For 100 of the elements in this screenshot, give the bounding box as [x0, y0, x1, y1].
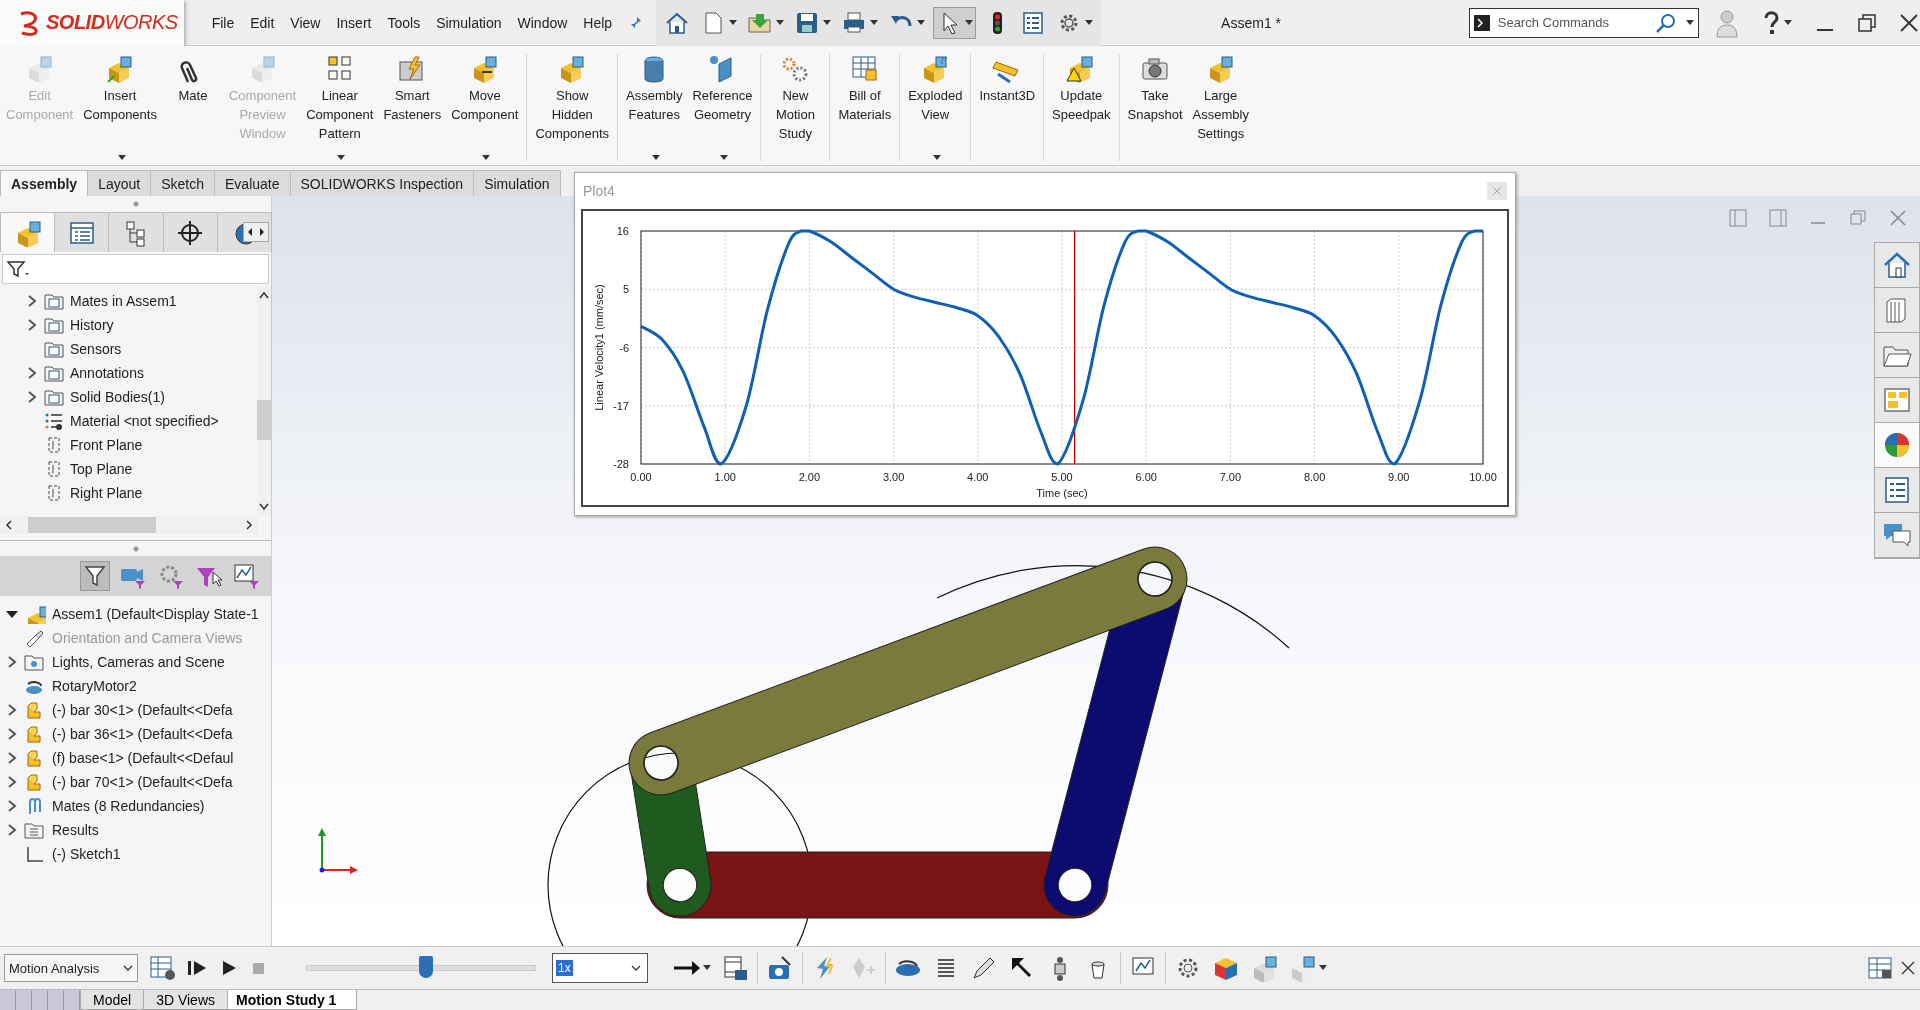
study-tab[interactable]: Model	[80, 990, 145, 1010]
ribbon-button[interactable]: Exploded View	[904, 54, 967, 161]
timeline-slider-thumb[interactable]	[418, 956, 433, 978]
playback-speed-field[interactable]: 1x	[552, 953, 648, 983]
caret-icon[interactable]	[1085, 19, 1094, 26]
tree-item[interactable]: Annotations	[70, 365, 144, 381]
vertical-scrollbar[interactable]	[257, 286, 271, 516]
manager-tab[interactable]	[162, 212, 218, 252]
table-icon[interactable]	[1866, 954, 1894, 982]
tree-item[interactable]: Material <not specified>	[70, 413, 219, 429]
ribbon-button[interactable]: Insert Components	[79, 54, 161, 161]
menu-item[interactable]: Edit	[242, 14, 283, 31]
tree-item[interactable]: (-) bar 30<1> (Default<<Defa	[52, 702, 233, 718]
x-tick-label: 0.00	[630, 471, 652, 483]
command-tab[interactable]: SOLIDWORKS Inspection	[289, 170, 475, 196]
command-prompt-icon	[1473, 14, 1490, 31]
ribbon-button[interactable]: Update Speedpak	[1048, 54, 1115, 161]
ribbon-button[interactable]: Mate	[162, 54, 223, 161]
tree-item[interactable]: Sensors	[70, 341, 122, 357]
tree-item[interactable]: Lights, Cameras and Scene	[52, 654, 225, 670]
tree-item[interactable]: Assem1 (Default<Display State-1	[52, 606, 259, 622]
caret-icon[interactable]	[729, 19, 738, 26]
tree-item[interactable]: Right Plane	[70, 485, 143, 501]
study-tab[interactable]: Motion Study 1	[227, 990, 358, 1010]
menu-item[interactable]: Help	[575, 14, 621, 31]
caret-icon[interactable]	[917, 19, 926, 26]
film-save-icon[interactable]	[721, 954, 749, 982]
caret-icon[interactable]	[776, 19, 785, 26]
tree-item[interactable]: (-) bar 70<1> (Default<<Defa	[52, 774, 233, 790]
horizontal-scrollbar[interactable]	[0, 516, 258, 534]
x-tick-label: 4.00	[967, 471, 989, 483]
tree-item[interactable]: Mates in Assem1	[70, 293, 177, 309]
menu-item[interactable]: Simulation	[428, 14, 510, 31]
command-tab[interactable]: Sketch	[150, 170, 215, 196]
folder-icon	[24, 652, 46, 672]
document-title: Assem1 *	[1221, 14, 1283, 31]
ribbon-button[interactable]: New Motion Study	[765, 54, 826, 161]
study-type-dropdown[interactable]: Motion Analysis	[4, 954, 138, 982]
results-folder-icon	[24, 820, 46, 840]
caret-icon[interactable]	[703, 965, 711, 971]
x-tick-label: 8.00	[1303, 471, 1326, 483]
ribbon-button[interactable]: Linear Component Pattern	[302, 54, 378, 161]
x-tick-label: 2.00	[798, 471, 821, 483]
plot-title: Plot4	[583, 183, 615, 199]
tree-item[interactable]: Results	[52, 822, 99, 838]
study-tab[interactable]: 3D Views	[143, 990, 229, 1010]
scrollbar-thumb[interactable]	[28, 517, 156, 533]
plot-filter-icon[interactable]	[233, 562, 261, 590]
menu-item[interactable]: File	[203, 14, 243, 31]
ribbon-button[interactable]: Instant3D	[975, 54, 1040, 161]
ribbon-button[interactable]: Large Assembly Settings	[1188, 54, 1253, 161]
tree-item[interactable]: (f) base<1> (Default<<Defaul	[52, 750, 234, 766]
scroll-down-icon[interactable]	[258, 502, 270, 512]
scroll-right-icon[interactable]	[244, 519, 254, 531]
caret-icon[interactable]	[870, 19, 879, 26]
caret-icon[interactable]	[965, 19, 974, 26]
tile-right-icon[interactable]	[1768, 208, 1788, 228]
search-field[interactable]: Search Commands	[1495, 14, 1649, 31]
restore-icon[interactable]	[1856, 11, 1878, 34]
caret-icon[interactable]	[823, 19, 832, 26]
command-tab[interactable]: Layout	[87, 170, 152, 196]
ribbon-button[interactable]: Assembly Features	[622, 54, 687, 161]
time-cursor-line[interactable]	[1074, 230, 1076, 465]
tile-left-icon[interactable]	[1728, 208, 1748, 228]
tree-item[interactable]: RotaryMotor2	[52, 678, 137, 694]
filter-field[interactable]	[2, 254, 269, 284]
scroll-up-icon[interactable]	[258, 290, 270, 300]
ribbon-button[interactable]: Bill of Materials	[834, 54, 896, 161]
tree-item[interactable]: Front Plane	[70, 437, 143, 453]
filter-icon[interactable]	[81, 562, 109, 590]
collapse-arrow-icon[interactable]	[6, 608, 18, 620]
close-icon[interactable]	[1898, 11, 1920, 34]
ribbon-button[interactable]: Take Snapshot	[1123, 54, 1187, 161]
tree-item[interactable]: Solid Bodies(1)	[70, 389, 165, 405]
tree-item[interactable]: (-) bar 36<1> (Default<<Defa	[52, 726, 233, 742]
ribbon-button[interactable]: Show Hidden Components	[531, 54, 614, 161]
ribbon-button[interactable]: Move Component	[447, 54, 523, 161]
folder-icon	[44, 291, 64, 311]
command-tab[interactable]: Assembly	[0, 170, 89, 196]
caret-icon[interactable]	[1784, 19, 1792, 26]
command-tab[interactable]: Evaluate	[214, 170, 291, 196]
caret-icon[interactable]	[1319, 965, 1327, 971]
menu-item[interactable]: Window	[509, 14, 576, 31]
tree-item[interactable]: History	[70, 317, 114, 333]
scroll-left-icon[interactable]	[4, 519, 14, 531]
menu-item[interactable]: View	[282, 14, 329, 31]
search-bar[interactable]: Search Commands	[1468, 7, 1699, 38]
ribbon-button[interactable]: Smart Fasteners	[379, 54, 446, 161]
menu-item[interactable]: Insert	[328, 14, 380, 31]
flashlight-icon	[24, 628, 46, 648]
tree-item[interactable]: Mates (8 Redundancies)	[52, 798, 205, 814]
tree-item[interactable]: (-) Sketch1	[52, 846, 121, 862]
menu-item[interactable]: Tools	[379, 14, 429, 31]
calculate-icon[interactable]	[148, 953, 178, 983]
x-tick-label: 9.00	[1388, 471, 1410, 483]
tree-item[interactable]: Top Plane	[70, 461, 133, 477]
ribbon-button[interactable]: Reference Geometry	[688, 54, 757, 161]
scrollbar-thumb[interactable]	[257, 400, 271, 440]
command-tab[interactable]: Simulation	[473, 170, 561, 196]
solidworks-logo[interactable]: SOLIDWORKS	[0, 0, 184, 46]
